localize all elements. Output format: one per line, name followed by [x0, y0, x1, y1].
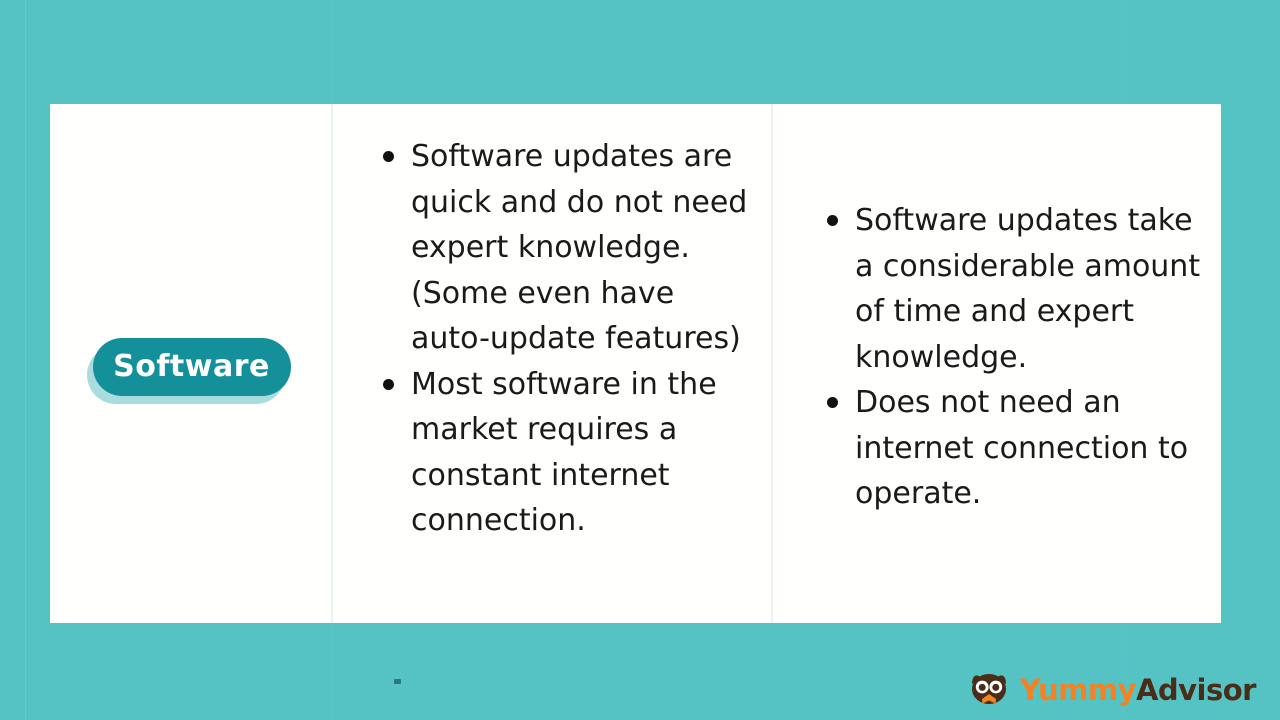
stray-artifact-mark: [394, 679, 401, 684]
list-item-text: Software updates are quick and do not ne…: [411, 139, 748, 356]
software-pill-label: Software: [113, 349, 270, 384]
software-pill-group: Software: [86, 337, 291, 404]
list-item: Most software in the market requires a c…: [373, 362, 753, 544]
software-pill-badge: Software: [92, 337, 291, 396]
list-item-text: Does not need an internet connection to …: [855, 385, 1189, 511]
bullet-dot-icon: [827, 215, 838, 226]
content-card: Software Software updates are quick and …: [50, 104, 1221, 623]
column-disadvantages: Software updates take a considerable amo…: [771, 104, 1221, 623]
bullet-dot-icon: [383, 378, 394, 390]
list-item-text: Software updates take a considerable amo…: [855, 203, 1201, 375]
column-advantages: Software updates are quick and do not ne…: [331, 104, 771, 623]
bullet-dot-icon: [827, 397, 838, 408]
list-item: Does not need an internet connection to …: [817, 380, 1203, 517]
list-item: Software updates are quick and do not ne…: [373, 134, 753, 362]
watermark-text-primary: Yummy: [1019, 672, 1137, 707]
bullet-dot-icon: [383, 151, 394, 162]
list-item: Software updates take a considerable amo…: [817, 198, 1203, 380]
owl-icon: [971, 674, 1006, 704]
watermark-logo: YummyAdvisor: [969, 672, 1257, 708]
list-item-text: Most software in the market requires a c…: [411, 366, 717, 539]
column-category-label: Software: [50, 104, 331, 623]
advantages-bullet-list: Software updates are quick and do not ne…: [373, 134, 753, 544]
watermark-logo-text: YummyAdvisor: [1019, 672, 1257, 707]
disadvantages-bullet-list: Software updates take a considerable amo…: [817, 198, 1203, 517]
background-guide-line-left: [25, 0, 26, 720]
watermark-text-secondary: Advisor: [1135, 672, 1257, 707]
